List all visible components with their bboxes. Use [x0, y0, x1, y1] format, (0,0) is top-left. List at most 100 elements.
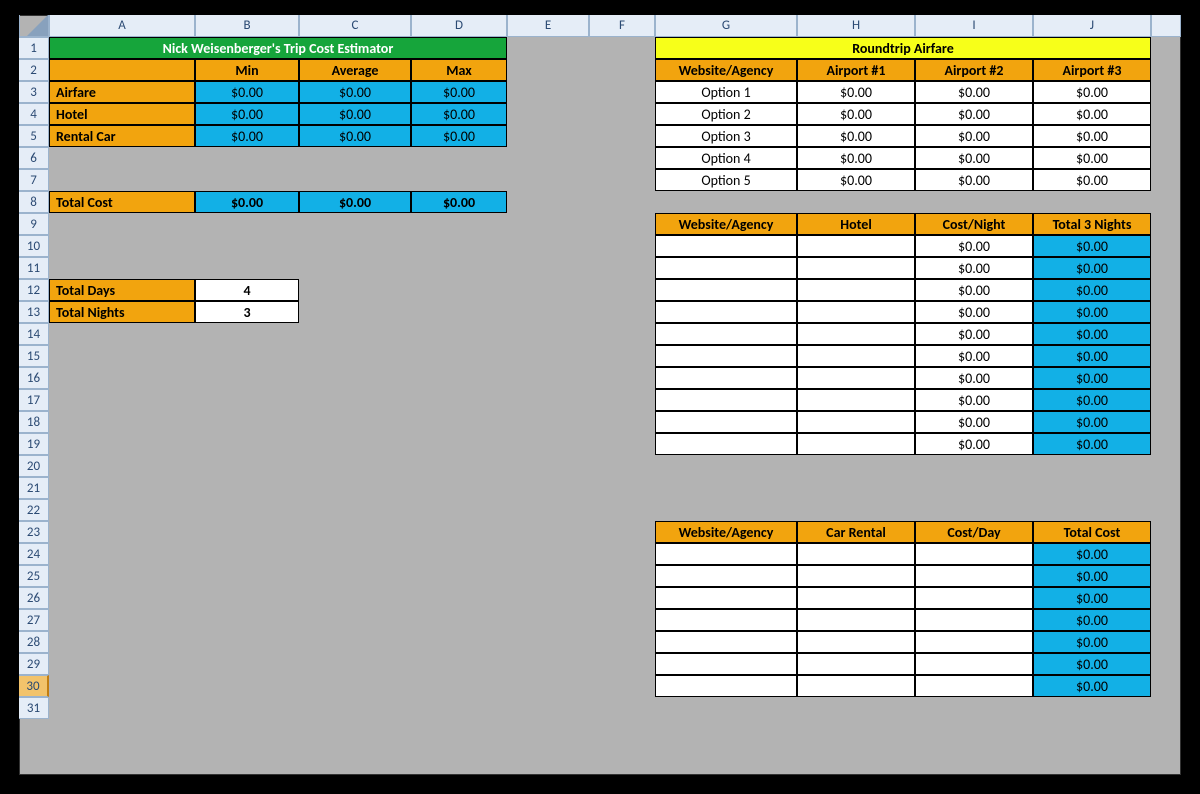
cell-K2[interactable] [1151, 59, 1181, 81]
row-header-6[interactable]: 6 [19, 147, 49, 169]
cell-K7[interactable] [1151, 169, 1181, 191]
cell-E11[interactable] [507, 257, 589, 279]
hdr-car[interactable]: Car Rental [797, 521, 915, 543]
car-total[interactable]: $0.00 [1033, 587, 1151, 609]
cell-F8[interactable] [589, 191, 655, 213]
hdr-costday[interactable]: Cost/Day [915, 521, 1033, 543]
car-total[interactable]: $0.00 [1033, 609, 1151, 631]
car-agency[interactable] [655, 653, 797, 675]
cell-D13[interactable] [411, 301, 507, 323]
air-a1[interactable]: $0.00 [797, 81, 915, 103]
car-cost[interactable] [915, 653, 1033, 675]
sheet-scroll[interactable]: ABCDEFGHIJ1Nick Weisenberger's Trip Cost… [19, 15, 1181, 775]
cell-A29[interactable] [49, 653, 195, 675]
hotel-name[interactable] [797, 433, 915, 455]
cell-B26[interactable] [195, 587, 299, 609]
cell-D24[interactable] [411, 543, 507, 565]
cell-B19[interactable] [195, 433, 299, 455]
cell-F31[interactable] [589, 697, 655, 719]
cell-C9[interactable] [299, 213, 411, 235]
row-label[interactable]: Airfare [49, 81, 195, 103]
cell-E6[interactable] [507, 147, 589, 169]
hdr-max[interactable]: Max [411, 59, 507, 81]
air-a2[interactable]: $0.00 [915, 147, 1033, 169]
row-header-22[interactable]: 22 [19, 499, 49, 521]
car-name[interactable] [797, 587, 915, 609]
cell-J31[interactable] [1033, 697, 1151, 719]
cell-C17[interactable] [299, 389, 411, 411]
cell-D6[interactable] [411, 147, 507, 169]
car-total[interactable]: $0.00 [1033, 565, 1151, 587]
cell-F13[interactable] [589, 301, 655, 323]
car-name[interactable] [797, 631, 915, 653]
car-agency[interactable] [655, 609, 797, 631]
cell-B18[interactable] [195, 411, 299, 433]
cell-B16[interactable] [195, 367, 299, 389]
car-name[interactable] [797, 675, 915, 697]
cell-D18[interactable] [411, 411, 507, 433]
cell-B6[interactable] [195, 147, 299, 169]
cell-C22[interactable] [299, 499, 411, 521]
car-name[interactable] [797, 653, 915, 675]
cell-E12[interactable] [507, 279, 589, 301]
col-header-A[interactable]: A [49, 15, 195, 37]
cell-K21[interactable] [1151, 477, 1181, 499]
hotel-cost[interactable]: $0.00 [915, 301, 1033, 323]
cell-max[interactable]: $0.00 [411, 125, 507, 147]
cell-C12[interactable] [299, 279, 411, 301]
cell-G31[interactable] [655, 697, 797, 719]
cell-F10[interactable] [589, 235, 655, 257]
car-cost[interactable] [915, 675, 1033, 697]
cell-C26[interactable] [299, 587, 411, 609]
cell-E31[interactable] [507, 697, 589, 719]
cell-K31[interactable] [1151, 697, 1181, 719]
car-cost[interactable] [915, 543, 1033, 565]
cell-A25[interactable] [49, 565, 195, 587]
cell-F7[interactable] [589, 169, 655, 191]
row-header-24[interactable]: 24 [19, 543, 49, 565]
row-header-8[interactable]: 8 [19, 191, 49, 213]
row-header-7[interactable]: 7 [19, 169, 49, 191]
col-header-F[interactable]: F [589, 15, 655, 37]
row-header-3[interactable]: 3 [19, 81, 49, 103]
cell-F5[interactable] [589, 125, 655, 147]
cell-D11[interactable] [411, 257, 507, 279]
air-a2[interactable]: $0.00 [915, 169, 1033, 191]
cell-min[interactable]: $0.00 [195, 81, 299, 103]
cell-E8[interactable] [507, 191, 589, 213]
hotel-agency[interactable] [655, 323, 797, 345]
cell-B14[interactable] [195, 323, 299, 345]
cell-D27[interactable] [411, 609, 507, 631]
cell-E22[interactable] [507, 499, 589, 521]
air-agency[interactable]: Option 5 [655, 169, 797, 191]
row-header-14[interactable]: 14 [19, 323, 49, 345]
cell-K1[interactable] [1151, 37, 1181, 59]
cell-D30[interactable] [411, 675, 507, 697]
cell-A9[interactable] [49, 213, 195, 235]
cell-K3[interactable] [1151, 81, 1181, 103]
car-name[interactable] [797, 565, 915, 587]
row-header-26[interactable]: 26 [19, 587, 49, 609]
cell-E14[interactable] [507, 323, 589, 345]
col-header-C[interactable]: C [299, 15, 411, 37]
col-header-B[interactable]: B [195, 15, 299, 37]
cell-E5[interactable] [507, 125, 589, 147]
cell-F23[interactable] [589, 521, 655, 543]
hotel-cost[interactable]: $0.00 [915, 345, 1033, 367]
cell-I21[interactable] [915, 477, 1033, 499]
cell-min[interactable]: $0.00 [195, 103, 299, 125]
cell-F20[interactable] [589, 455, 655, 477]
car-agency[interactable] [655, 565, 797, 587]
cell-D22[interactable] [411, 499, 507, 521]
row-header-25[interactable]: 25 [19, 565, 49, 587]
cell-B31[interactable] [195, 697, 299, 719]
total-min[interactable]: $0.00 [195, 191, 299, 213]
value-nights[interactable]: 3 [195, 301, 299, 323]
cell-D23[interactable] [411, 521, 507, 543]
cell-I8[interactable] [915, 191, 1033, 213]
car-cost[interactable] [915, 631, 1033, 653]
total-max[interactable]: $0.00 [411, 191, 507, 213]
row-header-17[interactable]: 17 [19, 389, 49, 411]
cell-A18[interactable] [49, 411, 195, 433]
cell-F6[interactable] [589, 147, 655, 169]
